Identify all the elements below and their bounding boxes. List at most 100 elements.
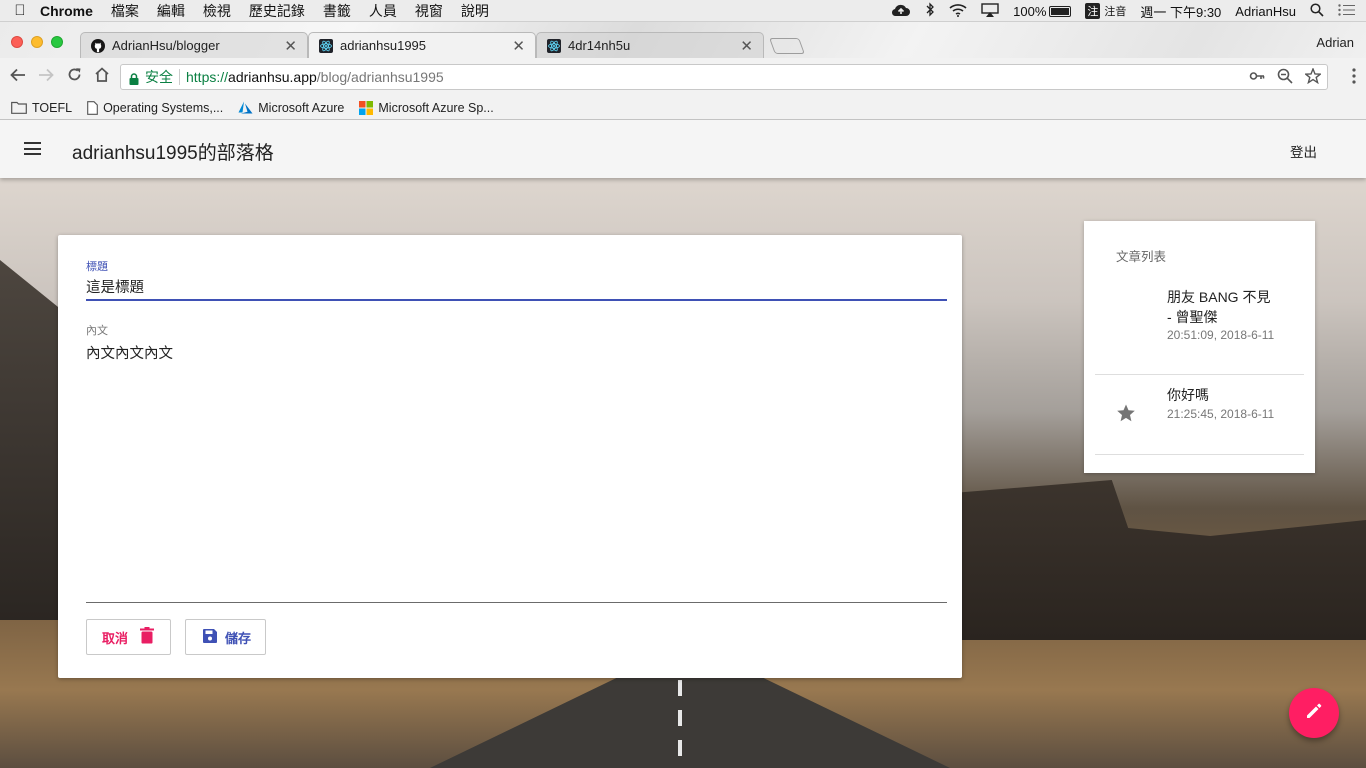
url-path: /blog/adrianhsu1995 [316,69,444,85]
spotlight-search-icon[interactable] [1310,2,1324,20]
zoom-icon[interactable] [1277,68,1293,87]
folder-icon [11,101,27,114]
body-textarea-underline [86,602,947,603]
background-mountain-right [956,480,1366,640]
post-date: 21:25:45, 2018-6-11 [1167,407,1275,421]
post-date: 20:51:09, 2018-6-11 [1167,328,1275,342]
title-input[interactable]: 這是標題 [86,276,144,297]
tab-title: 4dr14nh5u [568,38,631,53]
lock-icon [129,72,139,85]
input-method[interactable]: 注 注音 [1085,3,1126,19]
menu-app-name[interactable]: Chrome [40,3,93,19]
post-title: 你好嗎 [1167,387,1209,403]
tab-close-icon[interactable]: ✕ [284,37,297,55]
battery-status[interactable]: 100% [1013,4,1072,19]
menu-people[interactable]: 人員 [369,1,397,21]
tab-title: adrianhsu1995 [340,38,427,53]
title-field-label: 標題 [86,261,108,273]
bookmark-label: Operating Systems,... [103,100,224,115]
chrome-window-frame: AdrianHsu/blogger ✕ adrianhsu1995 ✕ 4dr1… [0,22,1366,120]
microsoft-icon [359,100,374,115]
key-icon[interactable] [1249,68,1265,87]
menu-history[interactable]: 歷史記錄 [249,1,305,21]
bookmark-star-icon[interactable] [1303,67,1323,87]
input-method-icon: 注 [1085,3,1101,19]
save-button[interactable]: 儲存 [185,619,266,655]
save-icon [203,628,217,646]
cloud-upload-icon[interactable] [891,3,911,20]
page-icon [87,100,98,115]
window-controls [11,36,63,48]
wifi-icon[interactable] [949,3,967,20]
apple-menu-icon[interactable]:  [0,2,40,19]
github-icon [91,38,105,53]
tab-close-icon[interactable]: ✕ [512,37,525,55]
battery-icon [1049,5,1072,17]
logout-button[interactable]: 登出 [1290,141,1317,161]
post-list-title: 文章列表 [1116,250,1167,264]
post-list-item[interactable]: 朋友 BANG 不見 - 曾聖傑 20:51:09, 2018-6-11 [1095,277,1304,375]
bookmark-toefl[interactable]: TOEFL [11,101,72,115]
menubar-clock[interactable]: 週一 下午9:30 [1140,2,1221,21]
bluetooth-icon[interactable] [925,2,935,20]
close-window-button[interactable] [11,36,23,48]
browser-toolbar: 安全 https://adrianhsu.app/blog/adrianhsu1… [0,58,1366,96]
tab-title: AdrianHsu/blogger [112,38,220,53]
bookmark-label: Microsoft Azure [258,100,345,115]
chrome-menu-icon[interactable] [1352,68,1356,89]
tab-close-icon[interactable]: ✕ [740,37,753,55]
bookmark-microsoft-azure-sp[interactable]: Microsoft Azure Sp... [359,100,494,115]
save-button-label: 儲存 [225,630,252,646]
tab-adrianhsu1995[interactable]: adrianhsu1995 ✕ [308,32,536,58]
address-bar[interactable]: 安全 https://adrianhsu.app/blog/adrianhsu1… [120,64,1328,90]
omnibox-actions [1249,67,1323,87]
post-list-panel: 文章列表 朋友 BANG 不見 - 曾聖傑 20:51:09, 2018-6-1… [1084,221,1315,473]
url-scheme: https:// [186,69,229,85]
new-post-fab[interactable] [1289,688,1339,738]
app-bar: adrianhsu1995的部落格 登出 [0,120,1366,178]
blog-title: adrianhsu1995的部落格 [72,143,274,164]
menubar-status-area: 100% 注 注音 週一 下午9:30 AdrianHsu [891,0,1356,22]
menu-bookmarks[interactable]: 書籤 [323,1,351,21]
cancel-button[interactable]: 取消 [86,619,171,655]
post-editor-card: 標題 這是標題 內文 內文內文內文 取消 儲存 [58,235,962,678]
macos-menubar:  Chrome 檔案 編輯 檢視 歷史記錄 書籤 人員 視窗 說明 100% … [0,0,1366,22]
minimize-window-button[interactable] [31,36,43,48]
bookmark-microsoft-azure[interactable]: Microsoft Azure [238,101,344,115]
react-icon [319,38,333,53]
post-title: 朋友 BANG 不見 - 曾聖傑 [1167,289,1271,325]
menu-view[interactable]: 檢視 [203,1,231,21]
menu-edit[interactable]: 編輯 [157,1,185,21]
title-input-underline [86,299,947,301]
react-icon [547,38,561,53]
tab-github-blogger[interactable]: AdrianHsu/blogger ✕ [80,32,308,58]
forward-arrow-icon[interactable] [32,67,60,87]
menubar-user[interactable]: AdrianHsu [1235,4,1296,19]
hamburger-menu-icon[interactable] [24,142,41,155]
body-field-label: 內文 [86,325,108,337]
tab-strip: AdrianHsu/blogger ✕ adrianhsu1995 ✕ 4dr1… [80,32,805,58]
pencil-icon [1304,701,1324,726]
cancel-button-label: 取消 [102,630,129,646]
bookmark-label: TOEFL [32,100,73,115]
notification-center-icon[interactable] [1338,3,1356,19]
bookmarks-bar: TOEFL Operating Systems,... Microsoft Az… [0,96,1366,120]
body-textarea[interactable]: 內文內文內文 [86,342,173,363]
new-tab-button[interactable] [769,38,805,54]
url-host: adrianhsu.app [228,69,317,85]
home-icon[interactable] [88,67,116,87]
post-list-item[interactable]: 你好嗎 21:25:45, 2018-6-11 [1095,375,1304,455]
star-icon[interactable] [1116,403,1136,423]
airplay-icon[interactable] [981,2,999,20]
profile-button[interactable]: Adrian [1316,35,1354,50]
menu-help[interactable]: 說明 [461,1,489,21]
menu-window[interactable]: 視窗 [415,1,443,21]
background-road-line [678,680,682,768]
back-arrow-icon[interactable] [4,67,32,87]
fullscreen-window-button[interactable] [51,36,63,48]
reload-icon[interactable] [60,67,88,87]
input-method-label: 注音 [1104,6,1127,18]
tab-4dr14nh5u[interactable]: 4dr14nh5u ✕ [536,32,764,58]
bookmark-operating-systems[interactable]: Operating Systems,... [87,101,223,115]
menu-file[interactable]: 檔案 [111,1,139,21]
